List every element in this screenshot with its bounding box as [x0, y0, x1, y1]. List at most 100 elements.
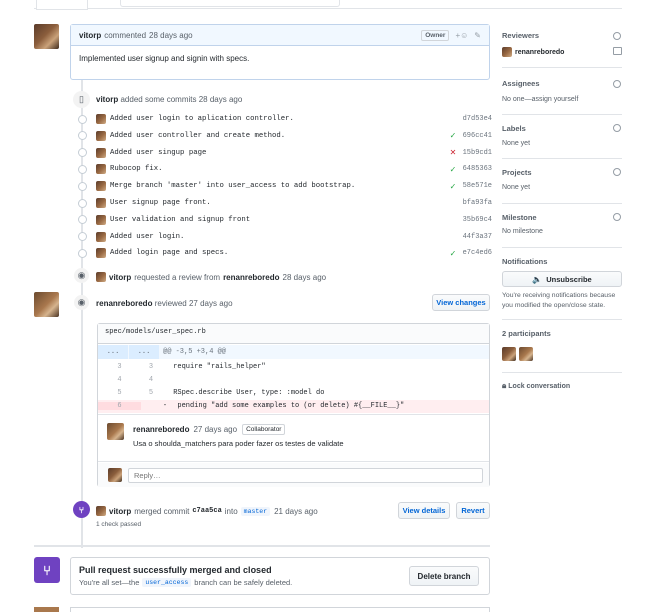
avatar[interactable]	[96, 506, 106, 516]
commits-author[interactable]: vitorp	[96, 95, 118, 104]
diff-old-line-number[interactable]: 4	[98, 376, 141, 384]
review-header-text: renanreboredo reviewed 27 days ago	[96, 299, 233, 308]
commit-message[interactable]: User signup page front.	[110, 199, 448, 207]
participant-avatar[interactable]	[519, 347, 533, 361]
merge-branch[interactable]: master	[240, 506, 271, 516]
x-icon[interactable]: ✕	[448, 148, 458, 157]
milestone-label[interactable]: Milestone	[502, 213, 537, 222]
commit-message[interactable]: Merge branch 'master' into user_access t…	[110, 182, 448, 190]
edit-pencil-icon[interactable]: ✎	[474, 31, 481, 40]
commit-sha[interactable]: e7c4ed6	[458, 249, 492, 257]
merge-commit-sha[interactable]: c7aa5ca	[192, 507, 221, 515]
assignees-label[interactable]: Assignees	[502, 79, 540, 88]
merge-time[interactable]: 21 days ago	[274, 507, 318, 516]
avatar[interactable]	[96, 114, 106, 124]
projects-gear-icon[interactable]	[613, 168, 621, 176]
eye-icon: ◉	[74, 268, 89, 283]
reply-input[interactable]	[128, 468, 483, 483]
review-request-reviewer[interactable]: renanreboredo	[223, 273, 279, 282]
check-icon[interactable]: ✓	[448, 249, 458, 258]
avatar[interactable]	[502, 47, 512, 57]
merged-branch[interactable]: user_access	[142, 578, 192, 587]
delete-branch-button[interactable]: Delete branch	[409, 566, 479, 586]
avatar[interactable]	[96, 181, 106, 192]
avatar[interactable]	[96, 272, 106, 282]
review-author[interactable]: renanreboredo	[96, 299, 152, 308]
inline-comment-time[interactable]: 27 days ago	[193, 425, 237, 434]
reviewer-name[interactable]: renanreboredo	[515, 49, 564, 56]
review-request-time[interactable]: 28 days ago	[283, 273, 327, 282]
merge-action: merged commit	[134, 506, 190, 516]
diff-new-line-number[interactable]: 5	[141, 389, 161, 397]
inline-comment-author[interactable]: renanreboredo	[133, 425, 189, 434]
avatar[interactable]	[34, 24, 59, 49]
merge-checks[interactable]: 1 check passed	[96, 521, 141, 528]
diff-prefix: -	[162, 402, 168, 411]
comment-time[interactable]: 28 days ago	[149, 31, 193, 40]
labels-gear-icon[interactable]	[613, 124, 621, 132]
add-reaction-icon[interactable]: +☺	[455, 31, 468, 40]
commit-message[interactable]: Rubocop fix.	[110, 165, 448, 173]
review-time[interactable]: 27 days ago	[189, 299, 233, 308]
participant-avatar[interactable]	[502, 347, 516, 361]
check-icon[interactable]: ✓	[448, 131, 458, 140]
avatar[interactable]	[96, 214, 106, 225]
labels-value: None yet	[502, 140, 531, 147]
commits-time[interactable]: 28 days ago	[199, 95, 243, 104]
projects-label[interactable]: Projects	[502, 168, 532, 177]
revert-button[interactable]: Revert	[456, 502, 490, 519]
hunk-expand-left[interactable]: ...	[98, 345, 128, 359]
lock-conversation[interactable]: 🔒︎ Lock conversation	[502, 381, 570, 391]
commit-sha[interactable]: 35b69c4	[458, 216, 492, 224]
milestone-gear-icon[interactable]	[613, 213, 621, 221]
assignees-gear-icon[interactable]	[613, 80, 621, 88]
commit-sha[interactable]: d7d53e4	[458, 115, 492, 123]
hunk-expand-right[interactable]: ...	[129, 345, 159, 359]
commit-sha[interactable]: 6485363	[458, 165, 492, 173]
commit-message[interactable]: Added user controller and create method.	[110, 132, 448, 140]
reviewers-gear-icon[interactable]	[613, 32, 621, 40]
commit-message[interactable]: Added login page and specs.	[110, 249, 448, 257]
commit-message[interactable]: User validation and signup front	[110, 216, 448, 224]
commit-message[interactable]: Added user login to aplication controlle…	[110, 115, 448, 123]
avatar[interactable]	[96, 248, 106, 259]
commit-dot-icon	[74, 148, 91, 158]
avatar[interactable]	[96, 164, 106, 175]
review-comment-icon[interactable]	[613, 47, 622, 55]
unsubscribe-button[interactable]: 🔈 Unsubscribe	[502, 271, 622, 287]
commit-sha[interactable]: 696cc41	[458, 132, 492, 140]
diff-old-line-number[interactable]: 6	[98, 402, 141, 411]
avatar[interactable]	[96, 130, 106, 141]
commit-sha[interactable]: 44f3a37	[458, 233, 492, 241]
review-file-path[interactable]: spec/models/user_spec.rb	[105, 328, 206, 336]
review-request-author[interactable]: vitorp	[109, 273, 131, 282]
check-icon[interactable]: ✓	[448, 165, 458, 174]
labels-label[interactable]: Labels	[502, 124, 526, 133]
commit-message[interactable]: Added user login.	[110, 233, 448, 241]
assignees-value[interactable]: No one—assign yourself	[502, 96, 578, 103]
commit-sha[interactable]: bfa93fa	[458, 199, 492, 207]
avatar[interactable]	[96, 198, 106, 208]
avatar[interactable]	[96, 231, 106, 242]
diff-old-line-number[interactable]: 3	[98, 363, 141, 371]
reviewers-label[interactable]: Reviewers	[502, 31, 539, 40]
merge-author[interactable]: vitorp	[109, 507, 131, 516]
diff-new-line-number[interactable]: 3	[141, 363, 161, 371]
commit-sha[interactable]: 15b9cd1	[458, 149, 492, 157]
avatar[interactable]	[34, 292, 59, 317]
commit-sha[interactable]: 58e571e	[458, 182, 492, 190]
diff-code: pending "add some examples to (or delete…	[169, 402, 405, 411]
comment-author[interactable]: vitorp	[79, 31, 101, 40]
view-details-button[interactable]: View details	[398, 502, 450, 519]
avatar[interactable]	[108, 468, 122, 482]
commit-dot-icon	[74, 131, 91, 141]
avatar[interactable]	[107, 423, 124, 440]
avatar[interactable]	[96, 147, 106, 158]
view-changes-button[interactable]: View changes	[432, 294, 490, 311]
check-icon[interactable]: ✓	[448, 182, 458, 191]
comment-action: commented	[104, 30, 147, 40]
merge-into: into	[224, 506, 238, 516]
diff-old-line-number[interactable]: 5	[98, 389, 141, 397]
diff-new-line-number[interactable]: 4	[141, 376, 161, 384]
commit-message[interactable]: Added user singup page	[110, 149, 448, 157]
